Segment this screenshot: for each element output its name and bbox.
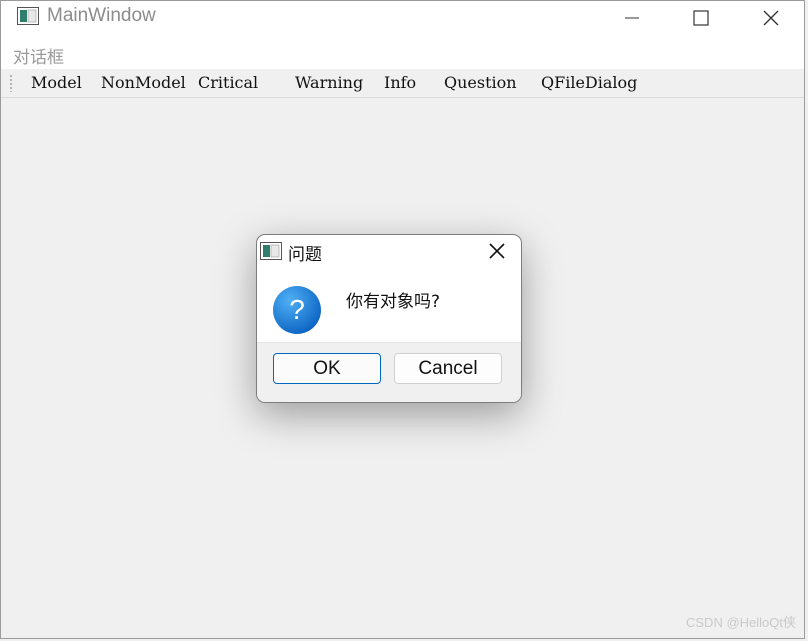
toolbar-button-qfiledialog[interactable]: QFileDialog [541, 73, 637, 92]
toolbar-button-question[interactable]: Question [444, 73, 517, 92]
title-bar[interactable]: MainWindow [1, 1, 804, 35]
question-icon: ? [273, 286, 321, 334]
toolbar-grip-handle[interactable] [9, 74, 13, 92]
tool-bar: Model NonModel Critical Warning Info Que… [1, 69, 804, 98]
watermark: CSDN @HelloQt侠 [686, 615, 796, 630]
maximize-button[interactable] [666, 1, 736, 35]
cancel-button[interactable]: Cancel [394, 353, 502, 384]
maximize-icon [693, 10, 709, 26]
toolbar-button-model[interactable]: Model [31, 73, 82, 92]
dialog-title: 问题 [288, 245, 322, 265]
menu-dialogs[interactable]: 对话框 [13, 43, 64, 68]
question-dialog: 问题 ? 你有对象吗? OK Cancel [256, 234, 522, 403]
app-icon [17, 7, 39, 25]
ok-button[interactable]: OK [273, 353, 381, 384]
toolbar-button-info[interactable]: Info [384, 73, 416, 92]
menu-bar: 对话框 [1, 35, 804, 69]
dialog-message: 你有对象吗? [346, 292, 441, 312]
toolbar-button-critical[interactable]: Critical [198, 73, 258, 92]
toolbar-button-warning[interactable]: Warning [295, 73, 363, 92]
window-title: MainWindow [47, 5, 156, 26]
svg-text:?: ? [289, 294, 305, 325]
minimize-icon [625, 17, 639, 19]
close-button[interactable] [736, 1, 806, 35]
dialog-app-icon [260, 242, 282, 260]
dialog-close-icon[interactable] [489, 243, 505, 259]
minimize-button[interactable] [597, 1, 667, 35]
dialog-button-bar: OK Cancel [257, 342, 521, 402]
toolbar-button-nonmodel[interactable]: NonModel [101, 73, 186, 92]
close-icon [763, 10, 779, 26]
